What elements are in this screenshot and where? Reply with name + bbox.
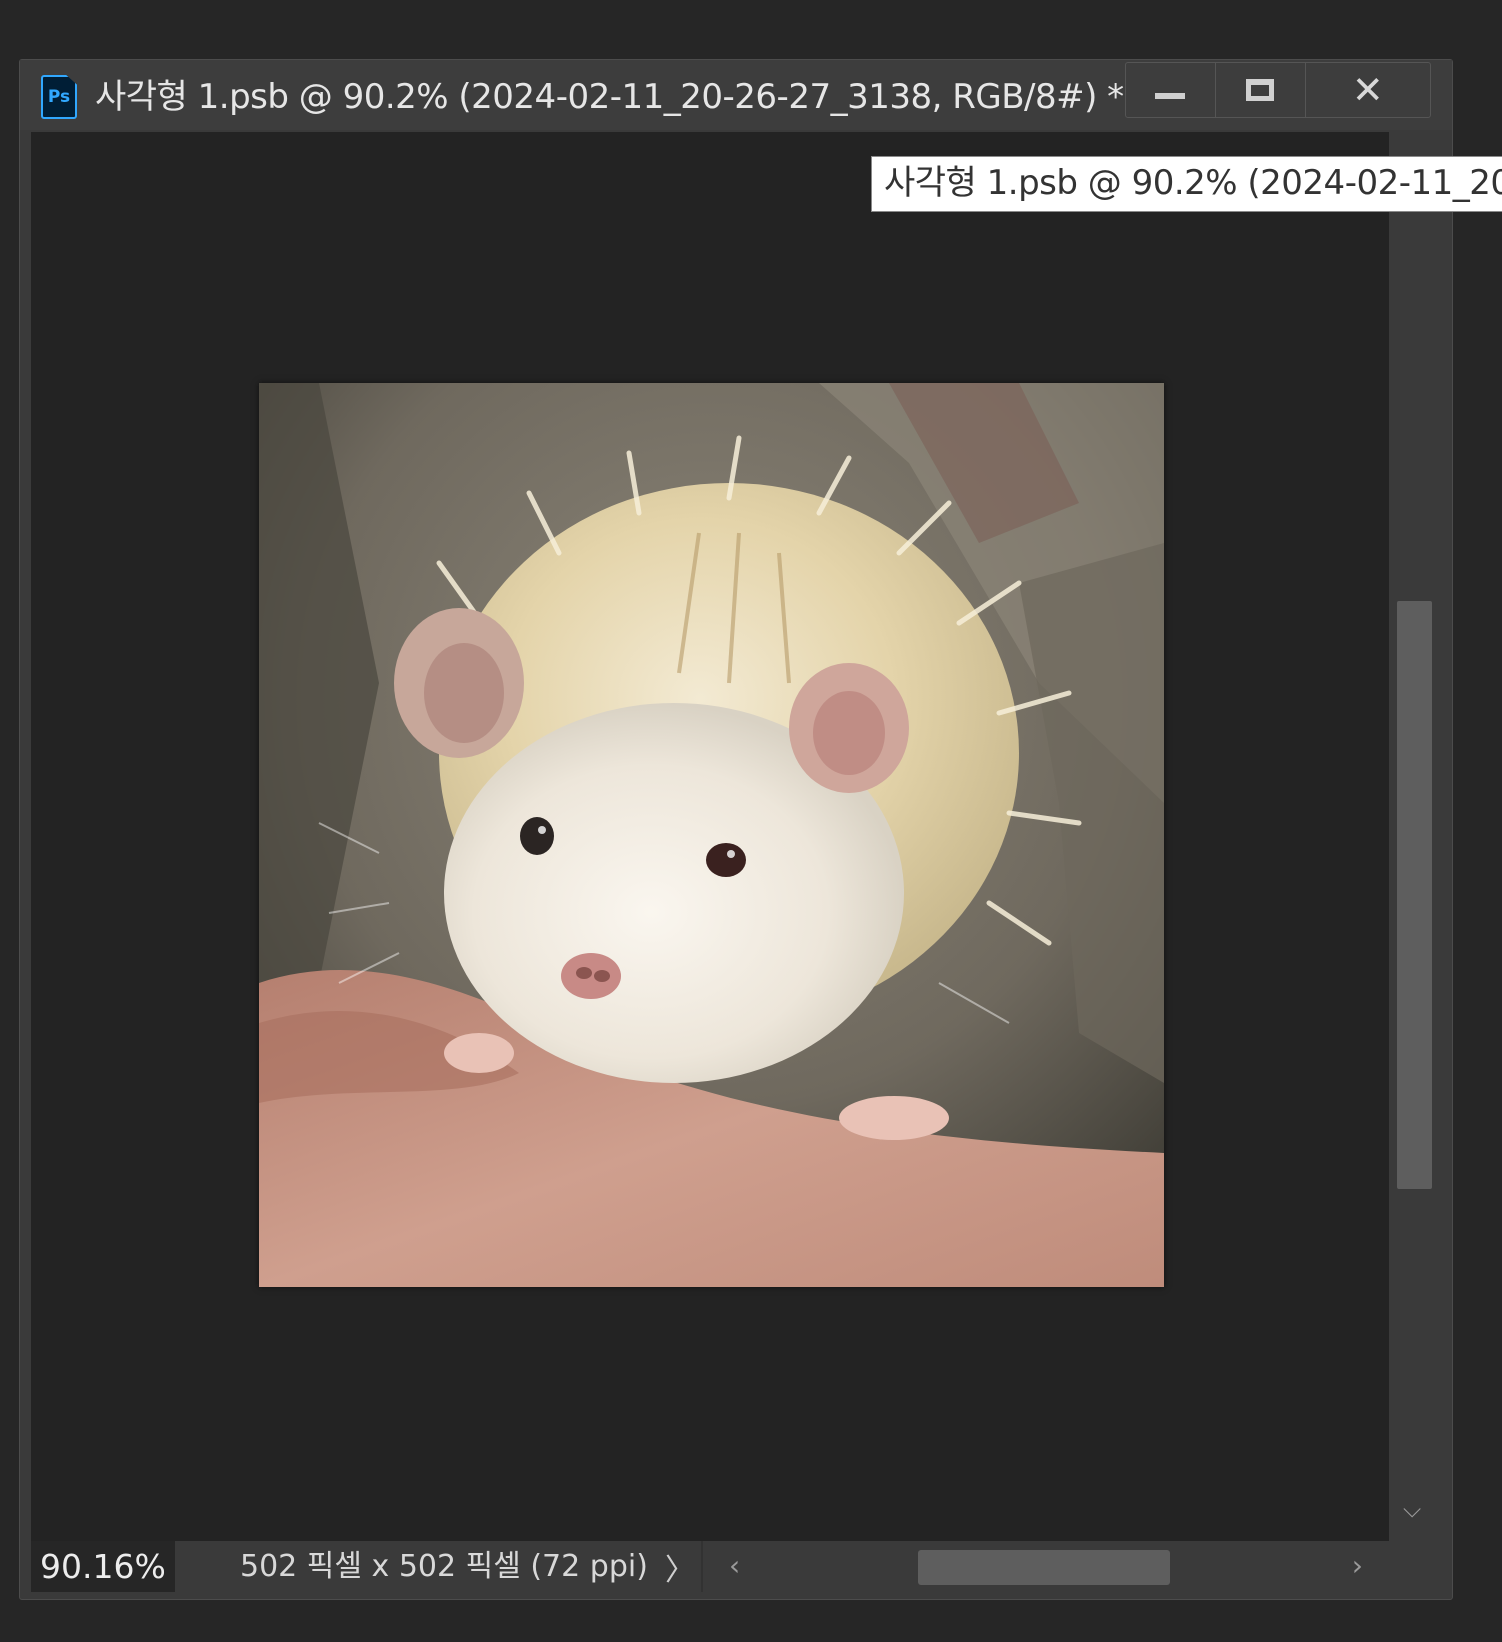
title-tooltip: 사각형 1.psb @ 90.2% (2024-02-11_20-26-27_3…: [871, 156, 1502, 212]
horizontal-scrollbar[interactable]: ‹ ›: [703, 1541, 1447, 1592]
hedgehog-painting: [259, 383, 1164, 1287]
close-icon: ✕: [1351, 68, 1384, 112]
document-title[interactable]: 사각형 1.psb @ 90.2% (2024-02-11_20-26-27_3…: [95, 75, 1124, 119]
maximize-button[interactable]: [1216, 63, 1306, 117]
document-dimensions-info: 502 픽셀 x 502 픽셀 (72 ppi): [175, 1541, 659, 1592]
photoshop-file-icon: Ps: [41, 75, 77, 119]
scroll-down-icon[interactable]: ⌵: [1403, 1495, 1421, 1523]
scroll-right-icon[interactable]: ›: [1352, 1549, 1363, 1582]
status-bar: 90.16% 502 픽셀 x 502 픽셀 (72 ppi) 〉 ‹ ›: [31, 1541, 1447, 1592]
vertical-scrollbar[interactable]: ⌵: [1389, 132, 1447, 1541]
close-button[interactable]: ✕: [1306, 63, 1430, 117]
horizontal-scroll-thumb[interactable]: [918, 1550, 1170, 1585]
minimize-icon: [1155, 93, 1186, 99]
vertical-scroll-thumb[interactable]: [1397, 601, 1432, 1189]
document-tab-titlebar[interactable]: Ps 사각형 1.psb @ 90.2% (2024-02-11_20-26-2…: [20, 60, 1452, 130]
maximize-icon: [1246, 79, 1275, 101]
status-menu-arrow-icon[interactable]: 〉: [659, 1541, 701, 1592]
canvas-artwork-image[interactable]: [259, 383, 1164, 1287]
scroll-left-icon[interactable]: ‹: [729, 1549, 740, 1582]
window-controls: ✕: [1125, 62, 1431, 118]
zoom-level-field[interactable]: 90.16%: [31, 1541, 175, 1592]
minimize-button[interactable]: [1126, 63, 1216, 117]
